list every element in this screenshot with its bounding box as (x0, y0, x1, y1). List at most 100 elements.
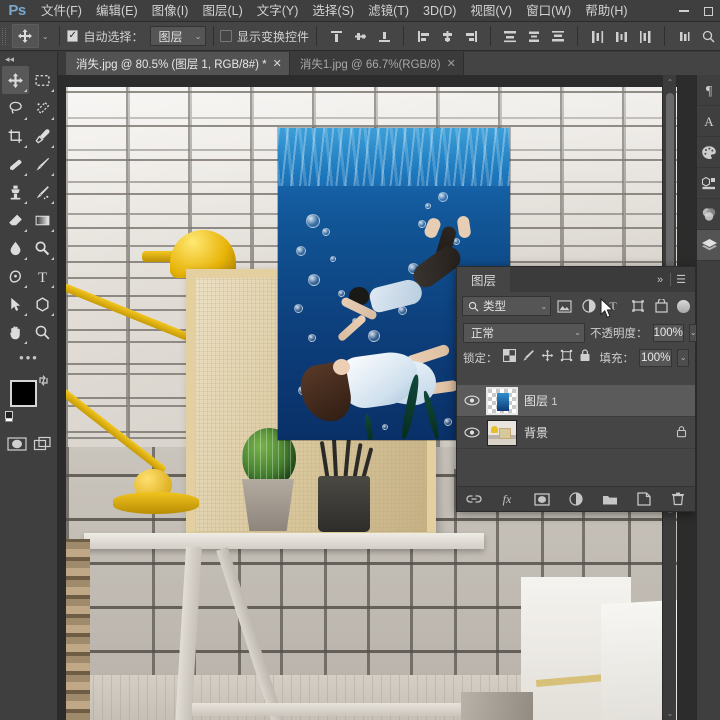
new-group-icon[interactable] (601, 490, 619, 508)
move-tool[interactable] (2, 66, 29, 94)
clone-stamp-tool[interactable] (2, 178, 29, 206)
minimize-button[interactable] (672, 0, 696, 22)
menu-filter[interactable]: 滤镜(T) (361, 0, 416, 22)
add-layer-style-icon[interactable]: fx (499, 490, 517, 508)
workspace-arrange-icon[interactable] (672, 24, 696, 48)
path-selection-tool[interactable] (2, 290, 29, 318)
align-vertical-centers-icon[interactable] (348, 24, 372, 48)
default-colors-icon[interactable] (5, 411, 19, 430)
layer-visibility-toggle-2[interactable] (463, 427, 480, 438)
lock-all-icon[interactable] (579, 348, 591, 367)
pen-tool[interactable] (2, 262, 29, 290)
close-icon-2[interactable]: ✕ (447, 57, 456, 70)
swatches-panel-icon[interactable] (697, 137, 720, 168)
fill-value[interactable]: 100% (639, 348, 673, 367)
quick-mask-mode-icon[interactable] (4, 432, 30, 456)
character-panel-icon[interactable]: A (697, 106, 720, 137)
filter-adjustment-icon[interactable] (578, 296, 599, 316)
lasso-tool[interactable] (2, 94, 29, 122)
distribute-horizontal-centers-icon[interactable] (609, 24, 633, 48)
show-transform-controls-checkbox[interactable] (220, 30, 233, 42)
move-tool-icon[interactable] (11, 24, 39, 48)
toolbar-collapse-icon[interactable]: ◂◂ (0, 52, 57, 66)
crop-tool[interactable] (2, 122, 29, 150)
panel-menu-icon[interactable]: ☰ (673, 267, 689, 292)
screen-mode-icon[interactable] (30, 432, 56, 456)
menu-file[interactable]: 文件(F) (34, 0, 89, 22)
align-bottom-edges-icon[interactable] (372, 24, 396, 48)
eyedropper-tool[interactable] (29, 122, 56, 150)
layer-visibility-toggle-1[interactable] (463, 395, 480, 406)
eraser-tool[interactable] (2, 206, 29, 234)
zoom-tool[interactable] (29, 318, 56, 346)
align-top-edges-icon[interactable] (324, 24, 348, 48)
brush-tool[interactable] (29, 150, 56, 178)
align-left-edges-icon[interactable] (411, 24, 435, 48)
layer-kind-filter-dropdown[interactable]: 类型 ⌄ (462, 296, 552, 316)
blend-mode-dropdown[interactable]: 正常 ⌄ (463, 322, 585, 343)
polygon-shape-tool[interactable] (29, 290, 56, 318)
search-icon[interactable] (696, 24, 720, 48)
close-icon[interactable]: ✕ (273, 57, 282, 70)
filter-shape-icon[interactable] (627, 296, 648, 316)
opacity-value[interactable]: 100% (652, 323, 684, 342)
edit-toolbar-more-icon[interactable]: ••• (2, 346, 56, 368)
quick-selection-tool[interactable] (29, 94, 56, 122)
spot-healing-brush-tool[interactable] (2, 150, 29, 178)
rectangular-marquee-tool[interactable] (29, 66, 56, 94)
lock-artboard-nesting-icon[interactable] (560, 349, 573, 367)
horizontal-type-tool[interactable]: T (29, 262, 56, 290)
collapse-panel-icon[interactable]: » (652, 267, 668, 292)
paragraph-panel-icon[interactable]: ¶ (697, 75, 720, 106)
filter-enable-toggle[interactable] (677, 299, 691, 313)
auto-select-dropdown[interactable]: 图层 ⌄ (149, 26, 206, 46)
scroll-up-arrow-icon[interactable]: ⌃ (663, 75, 677, 89)
foreground-color-swatch[interactable] (10, 380, 37, 407)
layer-thumbnail-2[interactable] (487, 419, 517, 446)
layer-row-1[interactable]: 图层 1 (457, 385, 695, 417)
distribute-right-edges-icon[interactable] (633, 24, 657, 48)
gradient-tool[interactable] (29, 206, 56, 234)
menu-view[interactable]: 视图(V) (463, 0, 519, 22)
menu-image[interactable]: 图像(I) (145, 0, 196, 22)
adjustments-panel-icon[interactable] (697, 199, 720, 230)
menu-window[interactable]: 窗口(W) (519, 0, 578, 22)
layer-thumbnail-1[interactable] (486, 386, 518, 415)
filter-type-icon[interactable]: T (603, 296, 624, 316)
distribute-left-edges-icon[interactable] (585, 24, 609, 48)
3d-panel-icon[interactable] (697, 168, 720, 199)
delete-layer-icon[interactable] (669, 490, 687, 508)
lock-position-icon[interactable] (541, 349, 554, 367)
fill-chevron-down-icon[interactable]: ⌄ (677, 348, 689, 367)
lock-transparent-pixels-icon[interactable] (502, 348, 516, 367)
lock-image-pixels-icon[interactable] (522, 349, 535, 367)
document-tab-active[interactable]: 消失.jpg @ 80.5% (图层 1, RGB/8#) * ✕ (66, 52, 290, 75)
menu-help[interactable]: 帮助(H) (578, 0, 634, 22)
filter-pixel-icon[interactable] (554, 296, 575, 316)
history-brush-tool[interactable] (29, 178, 56, 206)
tab-layers[interactable]: 图层 (457, 267, 511, 292)
align-right-edges-icon[interactable] (459, 24, 483, 48)
layer-name-2[interactable]: 背景 (524, 424, 669, 441)
hand-tool[interactable] (2, 318, 29, 346)
blur-tool[interactable] (2, 234, 29, 262)
filter-smart-object-icon[interactable] (651, 296, 672, 316)
tool-preset-chevron-down-icon[interactable]: ⌄ (39, 24, 52, 48)
layer-name-1[interactable]: 图层 1 (524, 392, 687, 409)
distribute-vertical-centers-icon[interactable] (522, 24, 546, 48)
new-adjustment-layer-icon[interactable] (567, 490, 585, 508)
menu-type[interactable]: 文字(Y) (250, 0, 306, 22)
maximize-button[interactable] (696, 0, 720, 22)
menu-edit[interactable]: 编辑(E) (89, 0, 145, 22)
menu-select[interactable]: 选择(S) (305, 0, 361, 22)
new-layer-icon[interactable] (635, 490, 653, 508)
link-layers-icon[interactable] (465, 490, 483, 508)
add-layer-mask-icon[interactable] (533, 490, 551, 508)
layers-panel-icon[interactable] (697, 230, 720, 261)
align-horizontal-centers-icon[interactable] (435, 24, 459, 48)
dodge-tool[interactable] (29, 234, 56, 262)
distribute-top-edges-icon[interactable] (498, 24, 522, 48)
menu-layer[interactable]: 图层(L) (195, 0, 249, 22)
scroll-down-arrow-icon[interactable]: ⌄ (663, 706, 677, 720)
layer-row-2[interactable]: 背景 (457, 417, 695, 449)
